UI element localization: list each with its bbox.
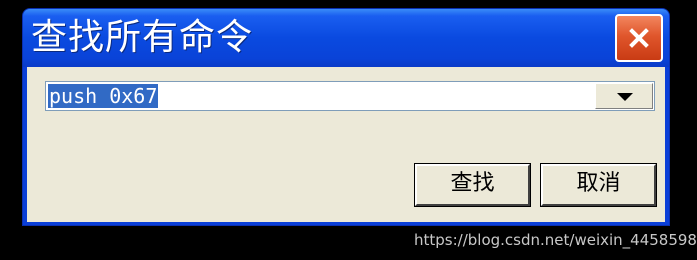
combo-dropdown-button[interactable] [595,83,653,109]
command-input[interactable]: push 0x67 [48,84,159,108]
find-all-commands-dialog: 查找所有命令 push 0x67 查找 取消 [22,8,670,226]
dialog-body: push 0x67 查找 取消 [27,67,665,222]
command-combobox[interactable]: push 0x67 [45,81,655,111]
dialog-title: 查找所有命令 [31,17,254,58]
title-bar[interactable]: 查找所有命令 [23,9,669,67]
cancel-button[interactable]: 取消 [540,163,657,207]
chevron-down-icon [617,93,633,101]
find-button[interactable]: 查找 [414,163,531,207]
watermark-url: https://blog.csdn.net/weixin_44585983 [414,231,697,249]
close-icon [629,28,649,48]
close-button[interactable] [615,14,663,62]
